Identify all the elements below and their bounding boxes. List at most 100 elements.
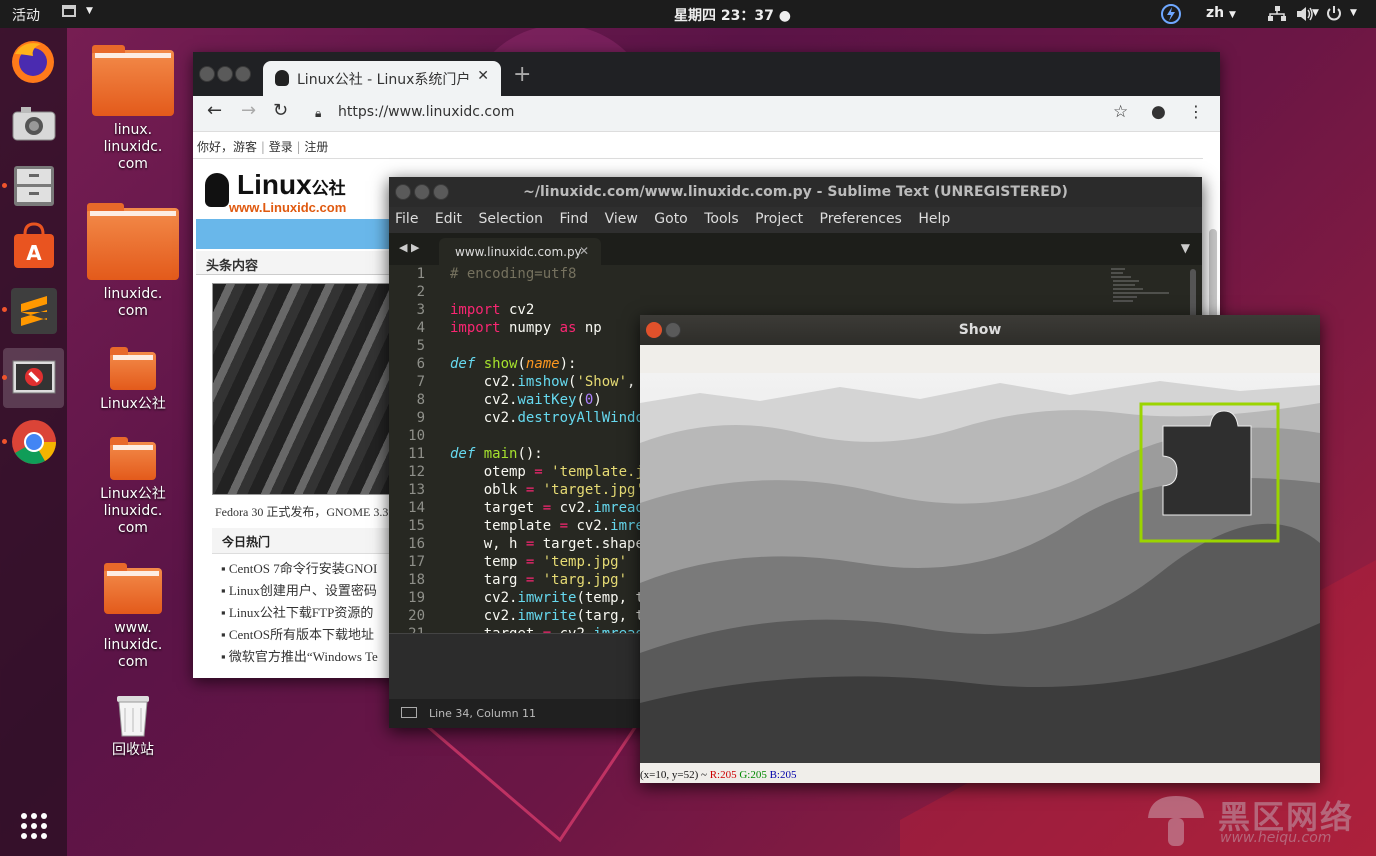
menu-find[interactable]: Find [559, 211, 588, 227]
running-indicator [2, 375, 7, 380]
folder-icon [110, 347, 156, 390]
matched-image[interactable] [640, 373, 1320, 763]
hot-item[interactable]: ▪ 微软官方推出“Windows Te [221, 646, 378, 665]
tab-dropdown-icon[interactable]: ▼ [1181, 241, 1190, 255]
menu-preferences[interactable]: Preferences [820, 211, 902, 227]
maximize-window-button[interactable] [433, 184, 449, 200]
site-nav-bar [196, 219, 406, 249]
section-heading: 头条内容 [196, 251, 406, 275]
cursor-position: Line 34, Column 11 [429, 707, 537, 720]
forward-arrow-icon[interactable]: → [241, 100, 256, 121]
close-window-button[interactable] [646, 322, 662, 338]
site-register-link[interactable]: 注册 [304, 140, 328, 154]
close-tab-icon[interactable]: ✕ [579, 244, 589, 258]
menu-selection[interactable]: Selection [478, 211, 543, 227]
dock-firefox[interactable] [3, 32, 64, 92]
app-grid-icon [21, 813, 47, 839]
sublime-file-tab[interactable]: www.linuxidc.com.py ✕ [439, 238, 601, 265]
more-menu-icon[interactable]: ⋮ [1188, 102, 1204, 121]
show-window: Show (x=10, y=52) ~ R:205 G:205 B:205 [640, 315, 1320, 783]
menu-project[interactable]: Project [755, 211, 803, 227]
close-tab-icon[interactable]: ✕ [477, 68, 489, 84]
reload-icon[interactable]: ↻ [273, 100, 288, 121]
panel-toggle-icon[interactable] [401, 707, 417, 718]
code-line: def show(name): [450, 356, 577, 372]
dock-show-window[interactable] [2, 348, 64, 408]
site-logo[interactable]: Linux公社 www.Linuxidc.com [205, 169, 365, 217]
pixel-r: R:205 [709, 769, 737, 781]
menu-tools[interactable]: Tools [704, 211, 739, 227]
article-image[interactable] [212, 283, 402, 495]
chrome-icon [12, 420, 56, 464]
hot-item[interactable]: ▪ Linux公社下载FTP资源的 [221, 602, 373, 621]
menu-file[interactable]: File [395, 211, 418, 227]
lock-icon[interactable]: 🔒︎ [315, 106, 321, 121]
back-arrow-icon[interactable]: ← [207, 100, 222, 121]
clock[interactable]: 星期四 23：37 ● [674, 5, 791, 25]
desktop-folder-3[interactable]: Linux公社 [83, 347, 183, 413]
site-greeting: 你好，游客 [197, 140, 258, 154]
menu-view[interactable]: View [605, 211, 638, 227]
dock-sublime[interactable] [2, 280, 64, 340]
menu-edit[interactable]: Edit [435, 211, 462, 227]
pixel-b: B:205 [769, 769, 797, 781]
minimize-window-button[interactable] [665, 322, 681, 338]
close-window-button[interactable] [199, 66, 215, 82]
network-icon[interactable] [1268, 6, 1286, 22]
dock-files[interactable] [2, 156, 64, 216]
dock-software[interactable]: A [3, 218, 64, 278]
penguin-logo-icon [205, 173, 229, 207]
code-line: targ = 'targ.jpg' [450, 572, 628, 588]
desktop-folder-1[interactable]: linux. linuxidc. com [83, 45, 183, 173]
close-window-button[interactable] [395, 184, 411, 200]
desktop-folder-4[interactable]: Linux公社 linuxidc. com [83, 437, 183, 537]
pixel-g: G:205 [739, 769, 767, 781]
profile-icon[interactable]: ● [1151, 102, 1166, 122]
site-topline: 你好，游客 | 登录 | 注册 [193, 133, 1203, 159]
language-indicator[interactable]: zh ▼ [1206, 5, 1236, 21]
desktop-trash[interactable]: 回收站 [83, 692, 183, 759]
hot-item[interactable]: ▪ CentOS所有版本下载地址 [221, 624, 374, 643]
minimize-window-button[interactable] [414, 184, 430, 200]
dock-chrome[interactable] [2, 412, 64, 472]
folder-icon [104, 563, 162, 614]
dock-app-grid[interactable] [3, 798, 64, 856]
browser-tab-title: Linux公社 - Linux系统门户 [297, 72, 471, 88]
desktop-trash-label: 回收站 [112, 742, 154, 758]
minimize-window-button[interactable] [217, 66, 233, 82]
pixel-status: (x=10, y=52) ~ R:205 G:205 B:205 [640, 769, 797, 781]
browser-tab[interactable]: Linux公社 - Linux系统门户 ✕ [263, 61, 501, 96]
menu-goto[interactable]: Goto [654, 211, 687, 227]
sublime-title: ~/linuxidc.com/www.linuxidc.com.py - Sub… [523, 184, 1068, 200]
sublime-text-icon [11, 288, 57, 334]
minimap[interactable] [1109, 267, 1179, 317]
chevron-down-icon[interactable]: ▼ [1350, 8, 1357, 18]
desktop-folder-2[interactable]: linuxidc. com [83, 203, 183, 320]
chevron-down-icon[interactable]: ▼ [1312, 8, 1319, 18]
lightning-icon[interactable] [1160, 3, 1182, 25]
new-tab-button[interactable]: + [513, 62, 531, 87]
hot-item[interactable]: ▪ Linux创建用户、设置密码 [221, 580, 377, 599]
url-bar[interactable]: https://www.linuxidc.com [338, 104, 514, 120]
activities-button[interactable]: 活动 [12, 5, 40, 25]
dock-screenshot[interactable] [3, 94, 64, 154]
tab-nav-arrows-icon[interactable]: ◀ ▶ [399, 241, 419, 254]
hot-item[interactable]: ▪ CentOS 7命令行安装GNOI [221, 558, 377, 577]
desktop-folder-label: Linux公社 [100, 396, 166, 412]
sublime-file-tab-label: www.linuxidc.com.py [455, 245, 582, 259]
bookmark-star-icon[interactable]: ☆ [1113, 102, 1128, 122]
sublime-menubar: File Edit Selection Find View Goto Tools… [389, 207, 1202, 233]
power-icon[interactable] [1326, 5, 1342, 21]
code-line: otemp = 'template.jpg' [450, 464, 670, 480]
sublime-tabbar: ◀ ▶ www.linuxidc.com.py ✕ ▼ [389, 233, 1202, 265]
site-login-link[interactable]: 登录 [269, 140, 293, 154]
desktop-folder-label: Linux公社 linuxidc. com [100, 486, 166, 536]
menu-help[interactable]: Help [918, 211, 950, 227]
app-menu[interactable]: ▼ [62, 5, 93, 17]
maximize-window-button[interactable] [235, 66, 251, 82]
code-line: # encoding=utf8 [450, 266, 577, 282]
code-line: oblk = 'target.jpg' [450, 482, 644, 498]
article-caption[interactable]: Fedora 30 正式发布，GNOME 3.3 [215, 503, 388, 520]
desktop-folder-5[interactable]: www. linuxidc. com [83, 563, 183, 671]
site-logo-subtitle: www.Linuxidc.com [229, 200, 347, 215]
